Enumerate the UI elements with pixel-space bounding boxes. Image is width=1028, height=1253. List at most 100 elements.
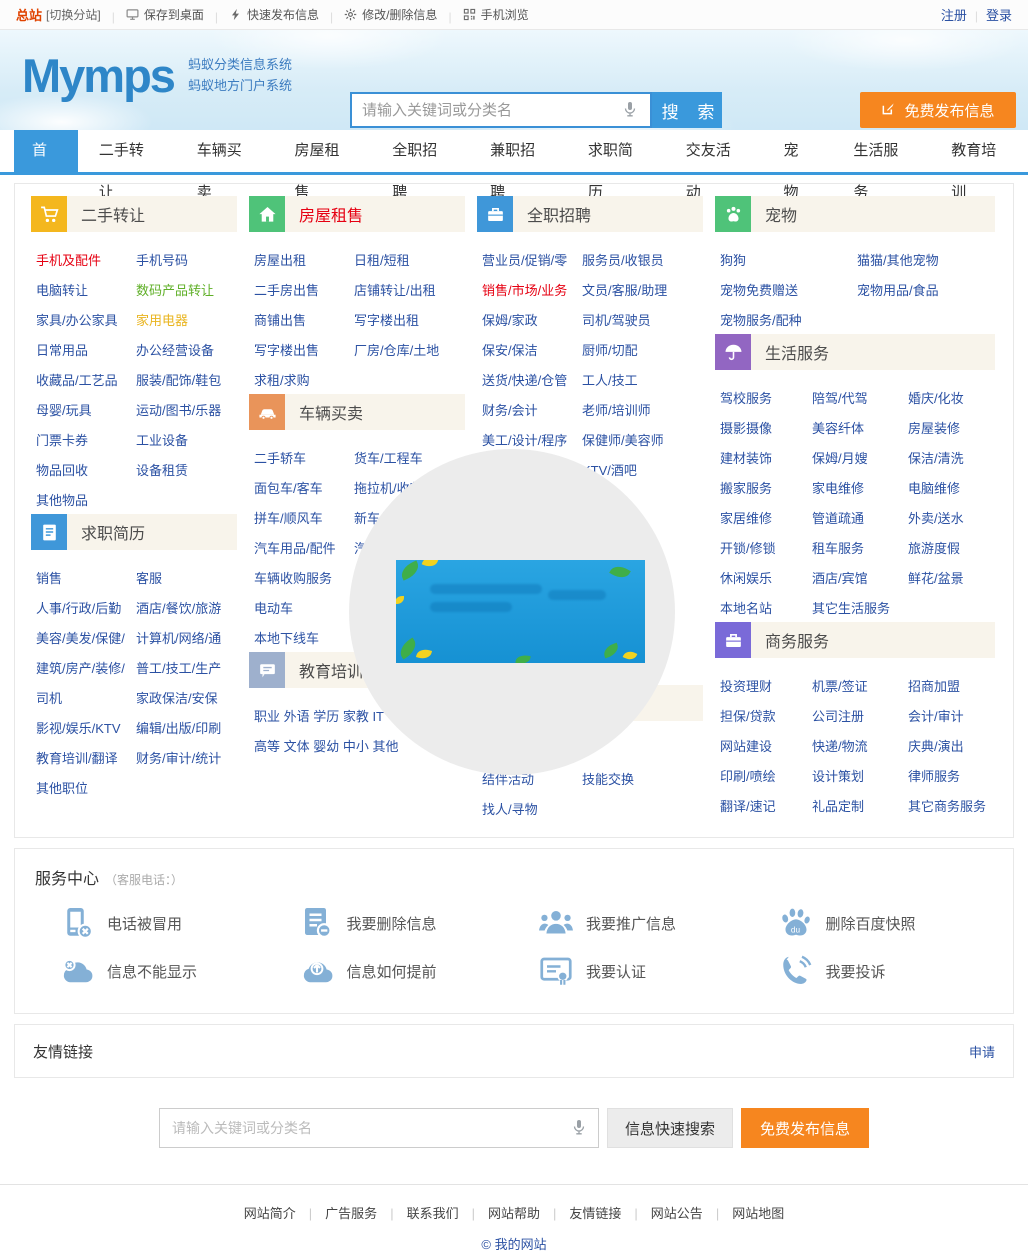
category-link[interactable]: 数码产品转让 bbox=[136, 280, 235, 299]
footer-link-1[interactable]: 广告服务 bbox=[325, 1206, 377, 1221]
category-link[interactable]: 汽车用品/配件 bbox=[254, 538, 354, 557]
category-link[interactable]: 家居维修 bbox=[720, 508, 812, 527]
category-link[interactable]: 财务/会计 bbox=[482, 400, 582, 419]
category-link[interactable]: 本地下线车 bbox=[254, 628, 354, 647]
category-link[interactable]: 快递/物流 bbox=[812, 736, 908, 755]
monitor-shortcut[interactable]: 保存到桌面 bbox=[126, 6, 204, 23]
category-link[interactable]: 旅游度假 bbox=[908, 538, 993, 557]
category-link[interactable]: 美工/设计/程序 bbox=[482, 430, 582, 449]
nav-item-6[interactable]: 求职简历 bbox=[567, 130, 665, 172]
category-link[interactable]: 印刷/喷绘 bbox=[720, 766, 812, 785]
category-link[interactable]: 驾校服务 bbox=[720, 388, 812, 407]
quick-search-button[interactable]: 信息快速搜索 bbox=[607, 1108, 733, 1148]
category-link[interactable]: 服务员/收银员 bbox=[582, 250, 701, 269]
category-link[interactable]: 教育培训/翻译 bbox=[36, 748, 136, 767]
category-link[interactable]: 车辆收购服务 bbox=[254, 568, 354, 587]
search-input[interactable] bbox=[350, 92, 652, 128]
category-link[interactable]: 手机号码 bbox=[136, 250, 235, 269]
category-link[interactable]: 司机 bbox=[36, 688, 136, 707]
nav-item-7[interactable]: 交友活动 bbox=[665, 130, 763, 172]
footer-link-4[interactable]: 友情链接 bbox=[569, 1206, 621, 1221]
category-link[interactable]: 开锁/修锁 bbox=[720, 538, 812, 557]
category-link[interactable]: 写字楼出售 bbox=[254, 340, 354, 359]
category-link[interactable]: 影视/娱乐/KTV bbox=[36, 718, 136, 737]
service-item-certificate[interactable]: 我要认证 bbox=[514, 953, 754, 989]
category-link[interactable]: 工人/技工 bbox=[582, 370, 701, 389]
category-link[interactable]: 招商加盟 bbox=[908, 676, 993, 695]
category-link[interactable]: 公司注册 bbox=[812, 706, 908, 725]
category-link[interactable]: 酒店/餐饮/旅游 bbox=[136, 598, 235, 617]
service-item-phone-call[interactable]: 我要投诉 bbox=[754, 953, 994, 989]
service-item-baidu-paw[interactable]: du删除百度快照 bbox=[754, 905, 994, 941]
category-link[interactable]: 美容/美发/保健/ bbox=[36, 628, 136, 647]
category-link[interactable]: 婚庆/化妆 bbox=[908, 388, 993, 407]
microphone-icon[interactable] bbox=[622, 101, 638, 123]
category-link[interactable]: 搬家服务 bbox=[720, 478, 812, 497]
category-link[interactable]: 本地名站 bbox=[720, 598, 812, 617]
category-link[interactable]: 厂房/仓库/土地 bbox=[354, 340, 463, 359]
category-link[interactable]: 管道疏通 bbox=[812, 508, 908, 527]
qr-shortcut[interactable]: 手机浏览 bbox=[463, 6, 529, 23]
category-link[interactable]: 保健师/美容师 bbox=[582, 430, 701, 449]
category-link[interactable]: 保姆/月嫂 bbox=[812, 448, 908, 467]
category-link[interactable]: 网站建设 bbox=[720, 736, 812, 755]
footer-link-2[interactable]: 联系我们 bbox=[407, 1206, 459, 1221]
service-item-cloud-error[interactable]: 信息不能显示 bbox=[35, 953, 275, 989]
category-link[interactable]: 房屋出租 bbox=[254, 250, 354, 269]
category-link[interactable]: 电动车 bbox=[254, 598, 354, 617]
category-link[interactable]: 二手轿车 bbox=[254, 448, 354, 467]
category-link[interactable]: 其它生活服务 bbox=[812, 598, 908, 617]
publish-button[interactable]: 免费发布信息 bbox=[860, 92, 1016, 128]
category-link[interactable]: 摄影摄像 bbox=[720, 418, 812, 437]
login-link[interactable]: 登录 bbox=[986, 8, 1012, 23]
category-link[interactable]: 物品回收 bbox=[36, 460, 136, 479]
category-link[interactable]: 鲜花/盆景 bbox=[908, 568, 993, 587]
category-link[interactable]: 宠物服务/配种 bbox=[720, 310, 857, 329]
category-link[interactable]: 律师服务 bbox=[908, 766, 993, 785]
category-link[interactable]: 庆典/演出 bbox=[908, 736, 993, 755]
nav-item-10[interactable]: 教育培训 bbox=[930, 130, 1028, 172]
category-link[interactable]: 保洁/清洗 bbox=[908, 448, 993, 467]
nav-item-0[interactable]: 首页 bbox=[14, 130, 78, 172]
microphone-icon[interactable] bbox=[571, 1119, 587, 1141]
category-link[interactable]: 狗狗 bbox=[720, 250, 857, 269]
register-link[interactable]: 注册 bbox=[941, 8, 967, 23]
category-link[interactable]: 店铺转让/出租 bbox=[354, 280, 463, 299]
footer-link-0[interactable]: 网站简介 bbox=[244, 1206, 296, 1221]
category-link[interactable]: 写字楼出租 bbox=[354, 310, 463, 329]
nav-item-9[interactable]: 生活服务 bbox=[832, 130, 930, 172]
category-link[interactable]: 其他职位 bbox=[36, 778, 136, 797]
category-link[interactable]: 营业员/促销/零 bbox=[482, 250, 582, 269]
lightning-shortcut[interactable]: 快速发布信息 bbox=[229, 6, 319, 23]
category-link[interactable]: 家电维修 bbox=[812, 478, 908, 497]
category-link[interactable]: 机票/签证 bbox=[812, 676, 908, 695]
category-link[interactable]: 保姆/家政 bbox=[482, 310, 582, 329]
category-link[interactable]: 酒店/宾馆 bbox=[812, 568, 908, 587]
category-link[interactable]: 建筑/房产/装修/ bbox=[36, 658, 136, 677]
category-link[interactable]: 面包车/客车 bbox=[254, 478, 354, 497]
category-link[interactable]: 设备租赁 bbox=[136, 460, 235, 479]
category-link[interactable]: 编辑/出版/印刷 bbox=[136, 718, 235, 737]
category-link[interactable]: 计算机/网络/通 bbox=[136, 628, 235, 647]
nav-item-4[interactable]: 全职招聘 bbox=[371, 130, 469, 172]
category-link[interactable]: 建材装饰 bbox=[720, 448, 812, 467]
category-link[interactable]: 门票卡券 bbox=[36, 430, 136, 449]
nav-item-8[interactable]: 宠物 bbox=[762, 130, 832, 172]
category-link[interactable]: 求租/求购 bbox=[254, 370, 354, 389]
category-link[interactable]: 文员/客服/助理 bbox=[582, 280, 701, 299]
category-link[interactable]: 收藏品/工艺品 bbox=[36, 370, 136, 389]
category-link[interactable]: 普工/技工/生产 bbox=[136, 658, 235, 677]
nav-item-2[interactable]: 车辆买卖 bbox=[176, 130, 274, 172]
category-link[interactable]: 家用电器 bbox=[136, 310, 235, 329]
category-link[interactable]: 手机及配件 bbox=[36, 250, 136, 269]
nav-item-1[interactable]: 二手转让 bbox=[78, 130, 176, 172]
bottom-search-input[interactable] bbox=[159, 1108, 599, 1148]
category-link[interactable]: 送货/快递/仓管 bbox=[482, 370, 582, 389]
category-link[interactable]: 母婴/玩具 bbox=[36, 400, 136, 419]
category-link[interactable]: 租车服务 bbox=[812, 538, 908, 557]
category-link[interactable]: 其它商务服务 bbox=[908, 796, 993, 815]
category-link[interactable]: 服装/配饰/鞋包 bbox=[136, 370, 235, 389]
category-link[interactable]: 翻译/速记 bbox=[720, 796, 812, 815]
category-link[interactable]: 会计/审计 bbox=[908, 706, 993, 725]
category-link[interactable]: 商铺出售 bbox=[254, 310, 354, 329]
